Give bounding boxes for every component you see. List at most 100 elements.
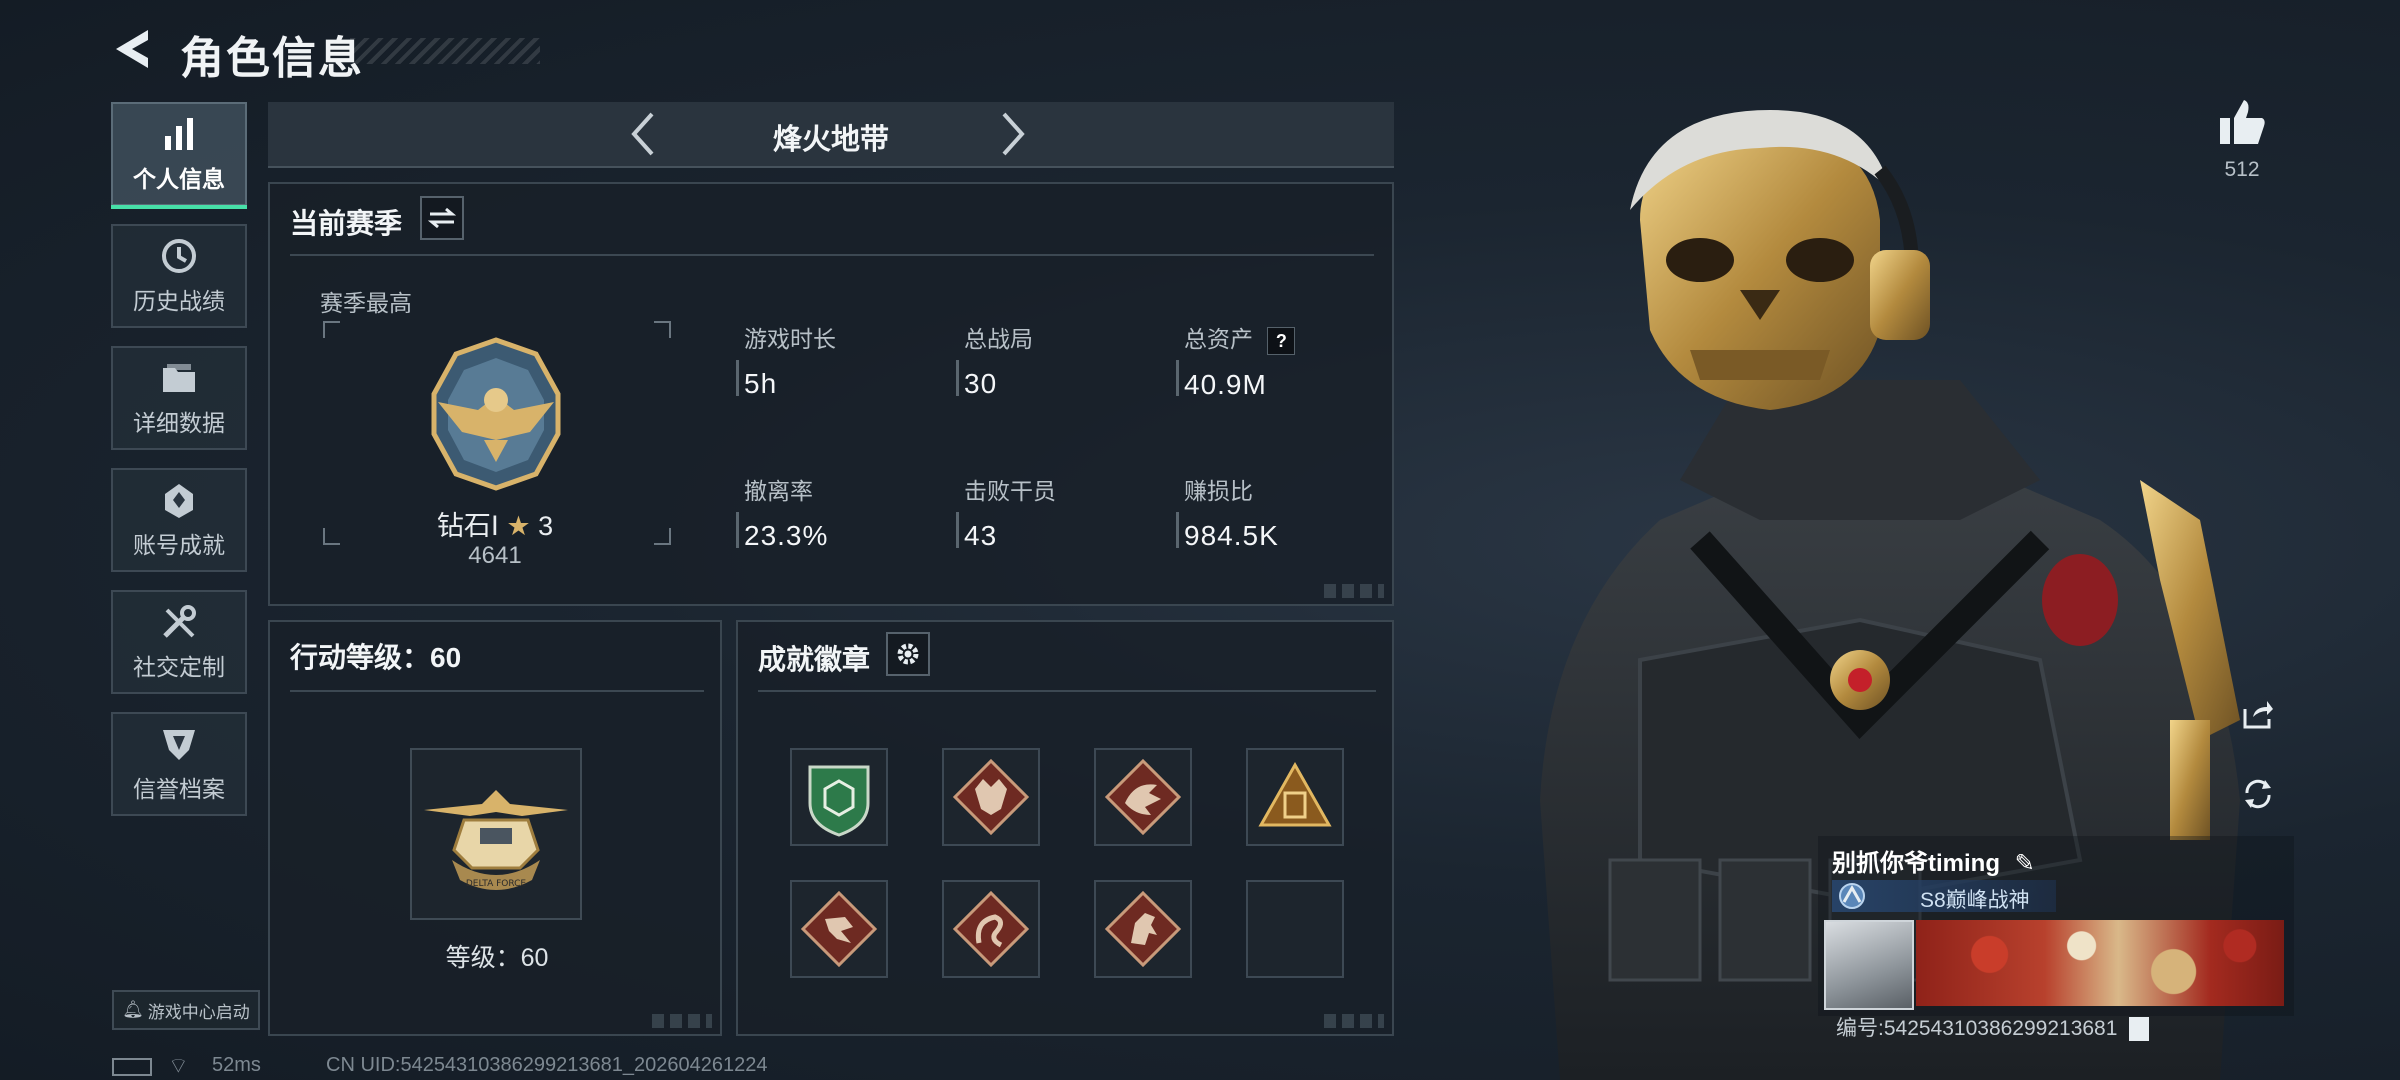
nav-label: 信誉档案 [133, 776, 225, 802]
title-decoration [350, 38, 540, 64]
nav-label: 历史战绩 [133, 288, 225, 314]
stat-value: 40.9M [1184, 369, 1267, 400]
divider [290, 690, 704, 692]
stat-label: 击败干员 [964, 478, 1056, 504]
green-shield-badge-icon [808, 765, 870, 837]
level-emblem-frame: DELTA FORCE [410, 748, 582, 920]
battery-icon [112, 1058, 152, 1076]
uid-text: CN UID:54254310386299213681_202604261224 [326, 1054, 768, 1076]
badge-slot-6[interactable] [942, 880, 1040, 978]
tools-icon [163, 605, 196, 638]
diamond-rank-emblem-icon [431, 337, 561, 491]
stat-value: 43 [964, 520, 998, 551]
nav-item-social-custom[interactable]: 社交定制 [111, 590, 247, 694]
shield-icon [163, 730, 195, 760]
nav-label: 账号成就 [133, 532, 225, 558]
refresh-icon [2245, 779, 2271, 809]
badges-title: 成就徽章 [758, 644, 871, 675]
stat-value: 30 [964, 368, 998, 399]
profile-banner [1916, 920, 2284, 1006]
nav-label: 详细数据 [133, 410, 225, 436]
level-text: 等级：60 [445, 944, 549, 972]
pyramid-badge-icon [1258, 761, 1332, 827]
share-icon [2243, 701, 2273, 729]
gear-icon [897, 643, 919, 665]
stat-extract-rate: 撤离率 23.3% [736, 472, 829, 552]
rank-stars: 3 [538, 511, 554, 541]
player-title: S8巅峰战神 [1920, 889, 2030, 912]
mode-next-button[interactable] [998, 112, 1028, 161]
help-icon[interactable]: ? [1267, 327, 1296, 355]
stat-value: 5h [744, 368, 778, 399]
stat-value: 23.3% [744, 520, 829, 551]
season-switch-button[interactable] [420, 196, 464, 240]
divider [290, 254, 1374, 256]
stat-label: 总资产 ? [1184, 320, 1296, 355]
badge-slot-empty[interactable] [1246, 880, 1344, 978]
season-panel: 当前赛季 赛季最高 钻石Ⅰ ★ 3 4641 游戏时长 5h 总战局 30 总资… [268, 182, 1394, 606]
corner-decoration [1324, 584, 1384, 598]
rank-name: 钻石Ⅰ [436, 511, 499, 541]
stat-play-time: 游戏时长 5h [736, 320, 836, 400]
avatar[interactable] [1824, 920, 1914, 1010]
badge-slot-7[interactable] [1094, 880, 1192, 978]
corner-decoration [1324, 1014, 1384, 1028]
stat-profit-loss: 赚损比 984.5K [1176, 472, 1279, 552]
chevron-right-icon [1002, 112, 1025, 156]
nav-item-history[interactable]: 历史战绩 [111, 224, 247, 328]
wolf-badge-icon [953, 759, 1029, 835]
corner-decoration [652, 1014, 712, 1028]
nav-item-detail-data[interactable]: 详细数据 [111, 346, 247, 450]
stat-label: 总战局 [964, 326, 1033, 352]
nav-item-personal-info[interactable]: 个人信息 [111, 102, 247, 209]
action-level-panel: 行动等级：60 DELTA FORCE 等级：60 [268, 620, 722, 1036]
dragon-badge-icon [1105, 759, 1181, 835]
svg-text:DELTA FORCE: DELTA FORCE [466, 879, 527, 889]
back-button[interactable] [110, 26, 156, 72]
helicopter-emblem-icon: DELTA FORCE [424, 790, 568, 890]
stat-total-assets: 总资产 ? 40.9M [1176, 320, 1296, 401]
badges-settings-button[interactable] [886, 632, 930, 676]
runner-badge-icon [801, 891, 877, 967]
season-best-label: 赛季最高 [320, 290, 412, 316]
bell-icon: 🔔︎ [122, 1000, 144, 1019]
wifi-icon: ⌔ [168, 1053, 189, 1078]
mode-selector: 烽火地带 [268, 102, 1394, 168]
badge-slot-4[interactable] [1246, 748, 1344, 846]
horse-badge-icon [1105, 891, 1181, 967]
badges-panel: 成就徽章 [736, 620, 1394, 1036]
page-title: 角色信息 [180, 34, 364, 83]
stat-label: 赚损比 [1184, 478, 1253, 504]
stat-label: 游戏时长 [744, 326, 836, 352]
badge-slot-2[interactable] [942, 748, 1040, 846]
folder-icon [163, 364, 195, 392]
launch-label: 游戏中心启动 [147, 1002, 250, 1022]
star-icon: ★ [506, 511, 531, 541]
stat-value: 984.5K [1184, 520, 1279, 551]
share-button[interactable] [2236, 692, 2280, 736]
refresh-button[interactable] [2236, 772, 2280, 816]
serpent-badge-icon [953, 891, 1029, 967]
nav-label: 个人信息 [133, 166, 225, 192]
badge-slot-5[interactable] [790, 880, 888, 978]
game-center-launch-button[interactable]: 🔔︎ 游戏中心启动 [112, 990, 260, 1030]
thumbs-up-icon [2220, 100, 2265, 144]
peak-emblem-icon [1839, 883, 1865, 909]
like-count: 512 [2224, 158, 2260, 181]
stat-label: 撤离率 [744, 478, 813, 504]
player-id: 编号:54254310386299213681 [1836, 1012, 2150, 1042]
stat-total-matches: 总战局 30 [956, 320, 1033, 400]
copy-icon[interactable] [2129, 1017, 2150, 1042]
season-title: 当前赛季 [290, 208, 403, 239]
player-name: 别抓你爷timing ✎ [1832, 850, 2035, 877]
badge-slot-3[interactable] [1094, 748, 1192, 846]
nav-item-achievements[interactable]: 账号成就 [111, 468, 247, 572]
like-button[interactable] [2216, 96, 2268, 148]
badge-slot-1[interactable] [790, 748, 888, 846]
rank-score: 4641 [468, 542, 522, 569]
back-arrow-icon [116, 30, 148, 68]
divider [758, 690, 1376, 692]
mode-label: 烽火地带 [772, 124, 889, 156]
edit-icon[interactable]: ✎ [2015, 850, 2035, 877]
nav-item-reputation[interactable]: 信誉档案 [111, 712, 247, 816]
